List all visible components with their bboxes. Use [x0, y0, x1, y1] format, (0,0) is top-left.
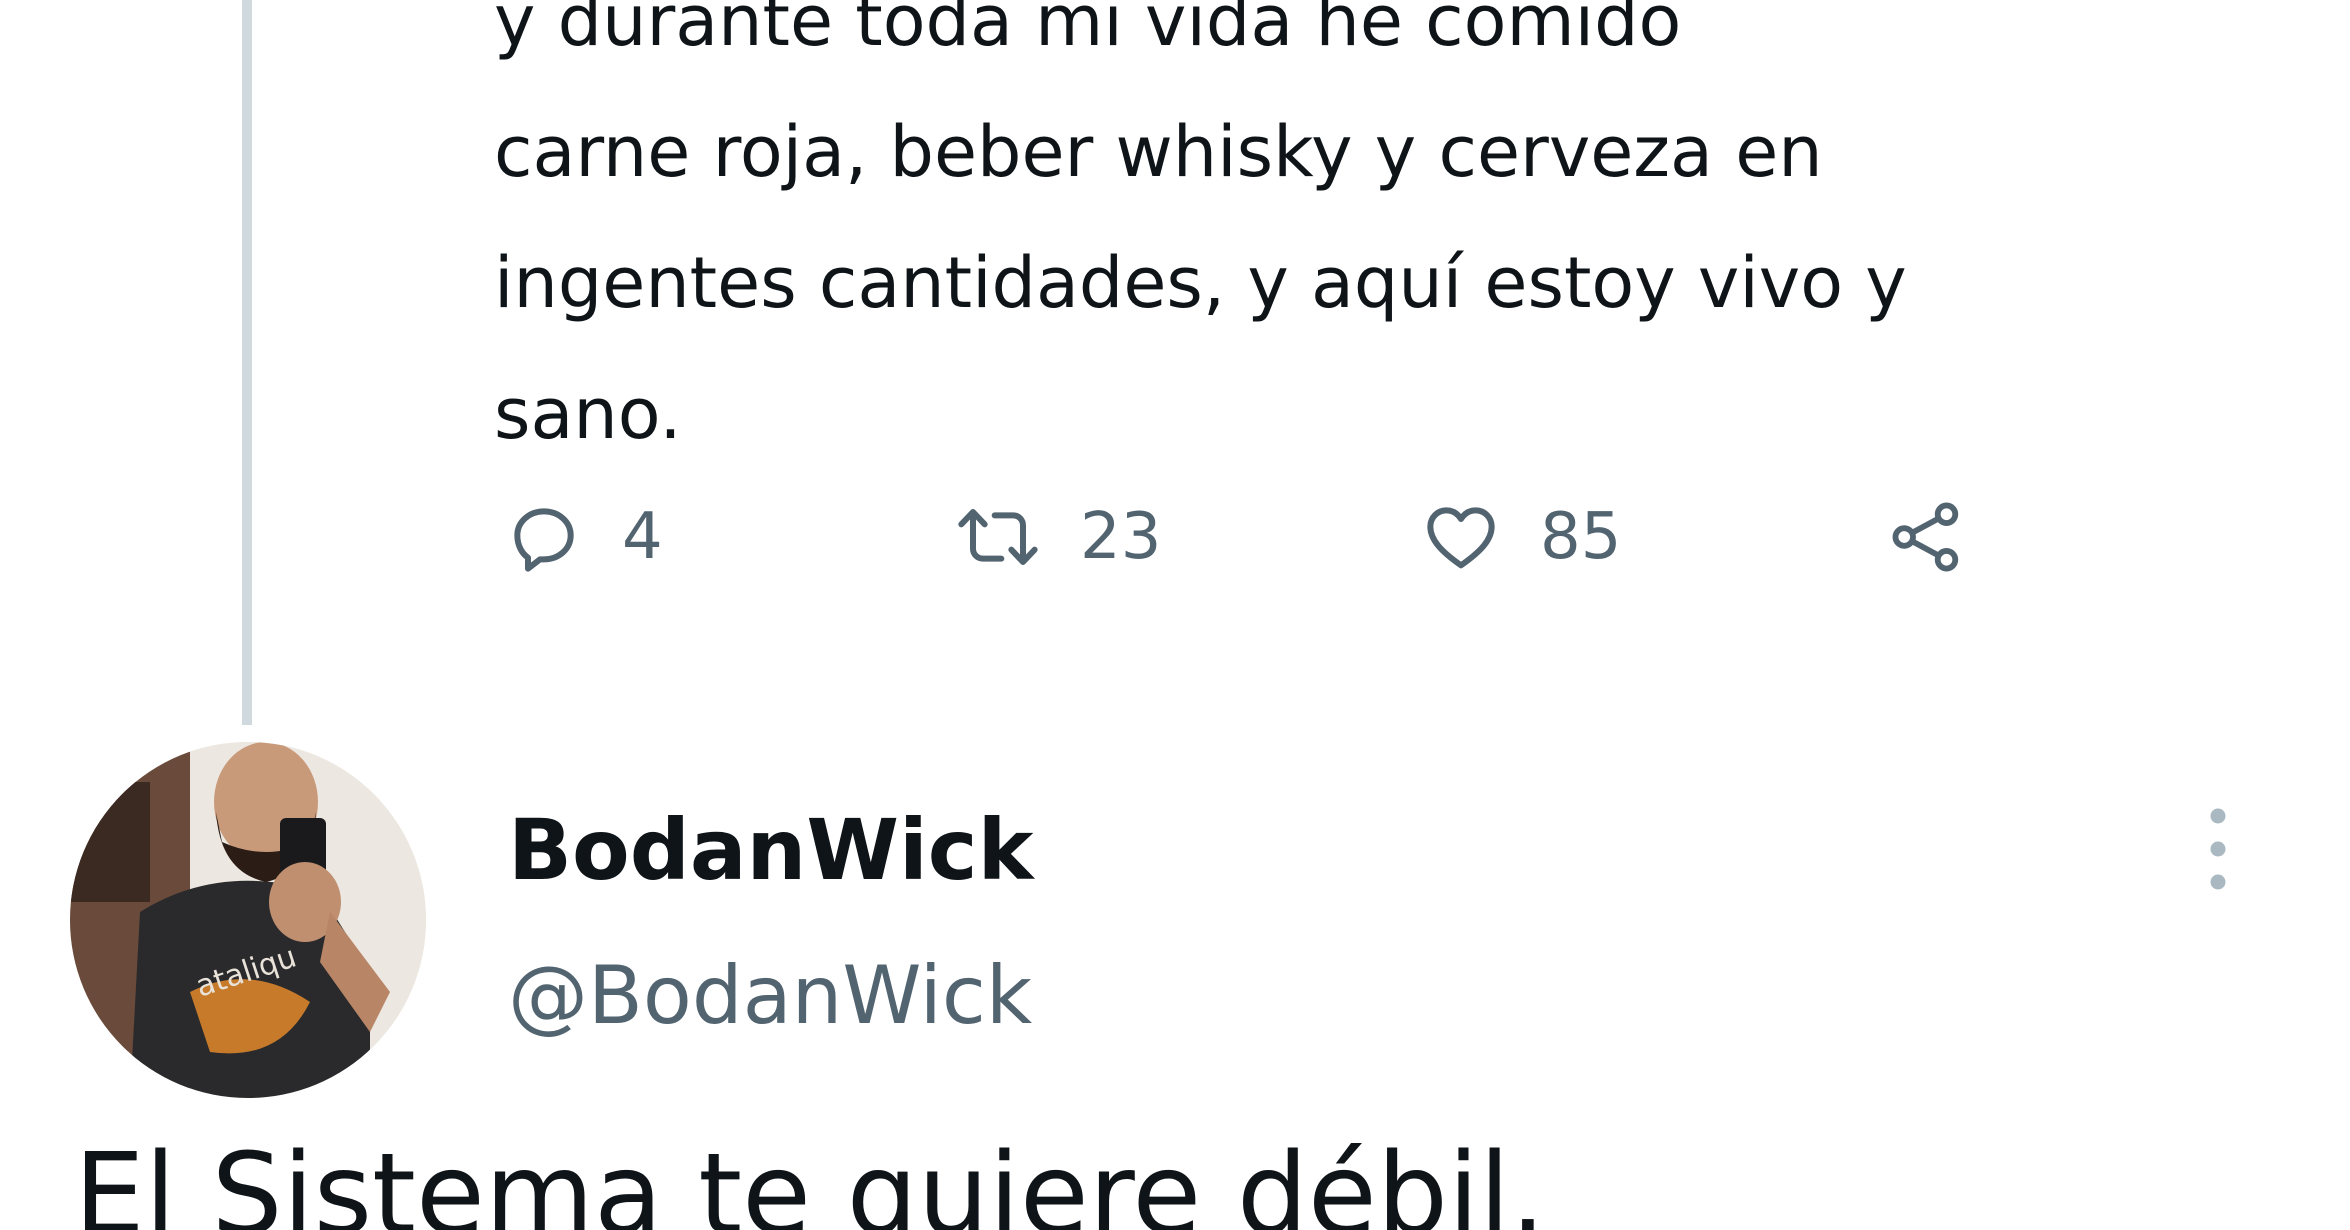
previous-tweet-line: carne roja, beber whisky y cerveza en	[494, 111, 1823, 193]
like-count: 85	[1540, 500, 1622, 574]
comment-icon	[504, 497, 584, 577]
previous-tweet-line: sano.	[494, 373, 682, 455]
reply-count: 4	[622, 500, 663, 574]
retweet-count: 23	[1080, 500, 1162, 574]
vertical-ellipsis-icon	[2198, 808, 2238, 898]
tweet-action-bar: 4 23 85	[494, 482, 2054, 592]
author-handle[interactable]: @BodanWick	[508, 948, 1032, 1044]
more-options-button[interactable]	[2198, 804, 2238, 894]
share-icon	[1888, 497, 1966, 577]
author-display-name[interactable]: BodanWick	[508, 800, 1033, 901]
tweet-body-text: El Sistema te quiere débil.	[74, 1130, 1546, 1230]
like-button[interactable]: 85	[1420, 482, 1621, 592]
thread-connector-line	[242, 0, 252, 725]
retweet-button[interactable]: 23	[954, 482, 1161, 592]
tweet-thread-view: y durante toda mi vida he comido carne r…	[0, 0, 2350, 1230]
previous-tweet-line: ingentes cantidades, y aquí estoy vivo y	[494, 242, 1907, 324]
avatar[interactable]: ataliqu	[70, 742, 426, 1098]
retweet-icon	[954, 497, 1042, 577]
previous-tweet-line: y durante toda mi vida he comido	[494, 0, 1682, 62]
reply-button[interactable]: 4	[504, 482, 663, 592]
share-button[interactable]	[1888, 482, 1966, 592]
previous-tweet-text: y durante toda mi vida he comido carne r…	[494, 0, 2254, 480]
heart-icon	[1420, 497, 1502, 577]
